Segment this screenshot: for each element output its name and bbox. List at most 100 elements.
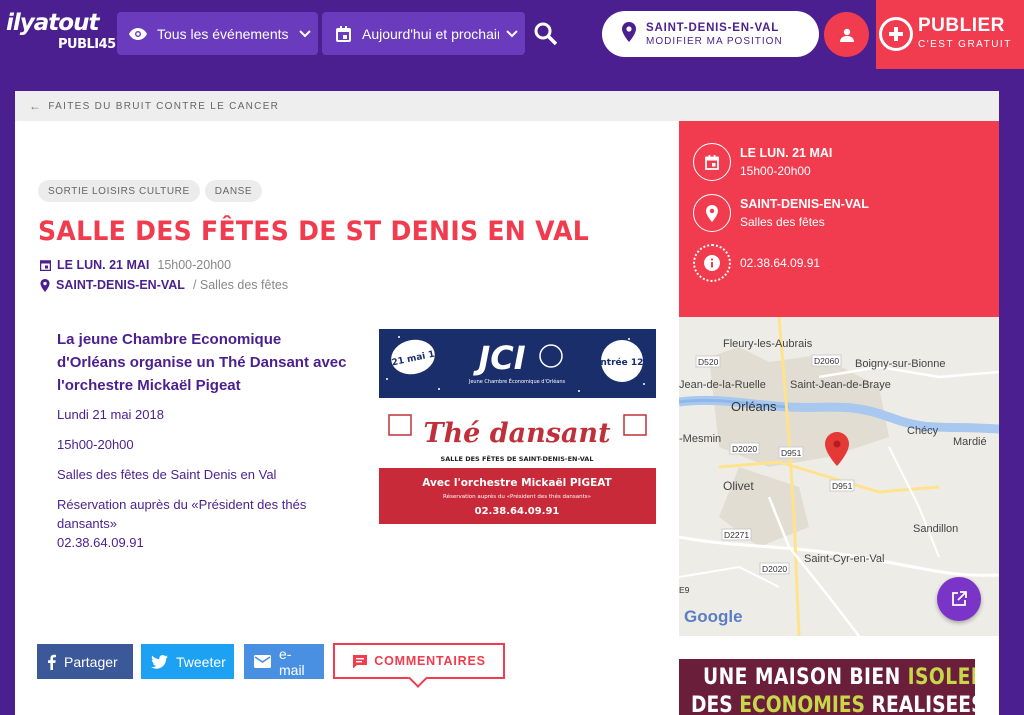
event-date: LE LUN. 21 MAI [57,258,150,272]
info-icon [693,244,731,282]
info-city[interactable]: SAINT-DENIS-EN-VAL [740,195,869,214]
road-label: D951 [832,481,853,491]
event-city[interactable]: SAINT-DENIS-EN-VAL [56,278,185,292]
map-label: Sandillon [913,523,958,535]
search-button[interactable] [532,20,560,48]
map-label: Saint-Cyr-en-Val [804,553,885,565]
description-phone: 02.38.64.09.91 [57,535,144,550]
info-location-row: SAINT-DENIS-EN-VAL Salles des fêtes [693,194,869,232]
share-email-label: e-mail [279,645,305,678]
location-button[interactable]: SAINT-DENIS-EN-VAL MODIFIER MA POSITION [602,11,819,57]
map-label: Chécy [907,425,939,437]
road-label: D951 [781,448,802,458]
event-poster[interactable]: lundi 21 mai 15-20h JCI Jeune Chambre Éc… [379,329,656,524]
logo-subtext: PUBLI45 [58,37,116,52]
breadcrumb[interactable]: ← FAITES DU BRUIT CONTRE LE CANCER [15,91,999,121]
map-label: Mardié [953,436,987,448]
ad-line1: UNE MAISON BIEN ISOLEE, [703,665,975,690]
search-icon [534,22,558,46]
share-facebook-label: Partager [64,653,118,670]
mail-icon [254,655,271,668]
description-time: 15h00-20h00 [57,437,134,452]
facebook-icon [47,654,56,670]
event-venue: / Salles des fêtes [192,278,289,292]
chevron-down-icon [499,29,525,38]
event-time: 15h00-20h00 [157,258,232,272]
location-map[interactable]: Fleury-les-Aubrais Boigny-sur-Bionne Jea… [679,317,999,636]
share-twitter-label: Tweeter [176,653,226,670]
map-label: Orléans [731,399,777,414]
info-date: LE LUN. 21 MAI [740,146,833,160]
map-pin-icon [693,194,731,232]
top-header: ilyatout PUBLI45 Tous les événements Auj… [0,0,1024,69]
external-link-icon [952,591,967,606]
comments-pointer [408,668,428,688]
poster-venue: SALLE DES FÊTES DE SAINT-DENIS-EN-VAL [441,454,594,463]
publish-button[interactable]: PUBLIER C'EST GRATUIT [876,0,1024,69]
open-map-button[interactable] [937,577,981,621]
poster-band: Avec l'orchestre Mickaël PIGEAT [422,477,612,489]
map-label: Boigny-sur-Bionne [855,358,946,370]
twitter-icon [151,654,168,669]
description-reservation: Réservation auprès du «Président des thé… [57,497,307,531]
date-select[interactable]: Aujourd'hui et prochains jours [322,12,525,55]
info-date-row: LE LUN. 21 MAI 15h00-20h00 [693,143,832,181]
road-label: D2060 [814,356,839,366]
chevron-down-icon [292,29,318,38]
road-label: D2020 [762,564,787,574]
advertisement-banner[interactable]: UNE MAISON BIEN ISOLEE, DES ECONOMIES RE… [679,659,975,715]
event-info-panel: LE LUN. 21 MAI 15h00-20h00 SAINT-DENIS-E… [679,121,999,317]
description-place: Salles des fêtes de Saint Denis en Val [57,467,277,482]
poster-brand: JCI [472,339,525,377]
breadcrumb-label: FAITES DU BRUIT CONTRE LE CANCER [48,100,280,112]
road-label: D2020 [732,444,757,454]
road-label: D520 [698,357,719,367]
road-label: D2271 [724,530,749,540]
calendar-icon [334,25,352,43]
page-gutter [999,69,1024,715]
map-label: Saint-Jean-de-Braye [790,379,891,391]
map-label: Olivet [723,479,754,493]
poster-title: Thé dansant [423,418,611,449]
event-location-line: SAINT-DENIS-EN-VAL / Salles des fêtes [40,278,288,292]
publish-sublabel: C'EST GRATUIT [918,39,1012,50]
share-twitter-button[interactable]: Tweeter [141,644,234,679]
info-phone[interactable]: 02.38.64.09.91 [740,255,820,272]
site-logo[interactable]: ilyatout PUBLI45 [6,10,116,60]
event-date-line: LE LUN. 21 MAI 15h00-20h00 [40,258,231,272]
share-facebook-button[interactable]: Partager [37,644,133,679]
calendar-icon [693,143,731,181]
date-value: Aujourd'hui et prochains jours [362,25,499,42]
event-type-select[interactable]: Tous les événements [117,12,318,55]
map-label: Jean-de-la-Ruelle [679,379,766,391]
description-headline: La jeune Chambre Economique d'Orléans or… [57,331,347,394]
account-button[interactable] [824,12,869,57]
event-card: ← FAITES DU BRUIT CONTRE LE CANCER SORTI… [15,91,999,715]
map-pin-icon [40,278,50,292]
map-pin-icon [622,21,636,47]
event-type-value: Tous les événements [157,25,289,42]
share-email-button[interactable]: e-mail [244,644,324,679]
poster-phone: 02.38.64.09.91 [475,506,560,517]
tag-sortie[interactable]: SORTIE LOISIRS CULTURE [38,180,200,202]
poster-brand-sub: Jeune Chambre Économique d'Orléans [468,377,566,385]
location-action: MODIFIER MA POSITION [646,35,783,47]
map-label: Fleury-les-Aubrais [723,338,813,350]
comment-icon [352,654,368,669]
info-time: 15h00-20h00 [740,164,811,178]
comments-button[interactable]: COMMENTAIRES [333,643,505,688]
event-description: La jeune Chambre Economique d'Orléans or… [57,328,347,552]
google-logo: Google [684,607,743,626]
location-name: SAINT-DENIS-EN-VAL [646,21,780,34]
tag-danse[interactable]: DANSE [204,180,263,202]
plus-icon [879,17,913,51]
poster-price: entrée 12€ [594,357,649,368]
user-icon [839,28,854,42]
eye-icon [129,25,147,43]
road-label: E9 [679,585,690,595]
info-venue: Salles des fêtes [740,215,825,229]
poster-booking: Réservation auprès du «Président des thé… [443,493,591,500]
info-contact-row: 02.38.64.09.91 [693,244,820,282]
logo-text: ilyatout [6,10,99,36]
category-tags: SORTIE LOISIRS CULTURE DANSE [38,180,263,202]
